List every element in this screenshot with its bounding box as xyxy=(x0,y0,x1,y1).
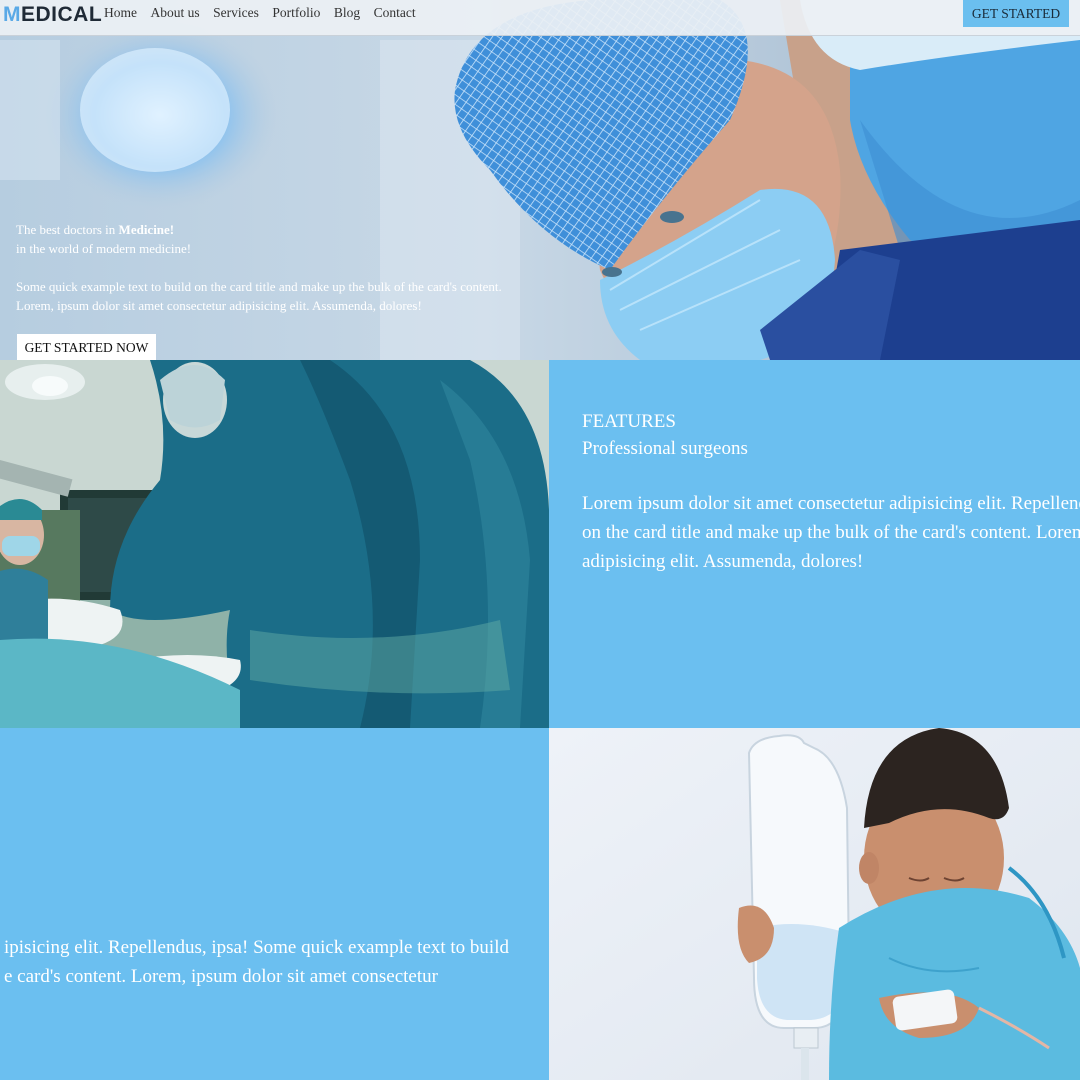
hero-section: The best doctors in Medicine! in the wor… xyxy=(0,0,1080,360)
nav-link-home[interactable]: Home xyxy=(104,5,137,21)
get-started-now-button[interactable]: GET STARTED NOW xyxy=(17,334,156,360)
child-patient-image xyxy=(549,728,1080,1080)
nav-link-blog[interactable]: Blog xyxy=(334,5,360,21)
nav-link-about-us[interactable]: About us xyxy=(151,5,200,21)
features-body-line: Lorem ipsum dolor sit amet consectetur a… xyxy=(582,493,1080,514)
navbar: MEDICAL Home About us Services Portfolio… xyxy=(0,0,1080,36)
logo[interactable]: MEDICAL xyxy=(3,3,102,27)
hero-headline: The best doctors in Medicine! xyxy=(16,222,175,237)
nav-link-portfolio[interactable]: Portfolio xyxy=(272,5,320,21)
features-title: FEATURES xyxy=(582,411,676,432)
features-subtitle: Professional surgeons xyxy=(582,438,748,459)
logo-text: EDICAL xyxy=(21,3,103,26)
get-started-button[interactable]: GET STARTED xyxy=(963,0,1069,27)
nav-link-contact[interactable]: Contact xyxy=(374,5,416,21)
hero-headline-bold: Medicine! xyxy=(118,222,175,237)
hero-subheadline: in the world of modern medicine! xyxy=(16,241,192,256)
features-content: FEATURES Professional surgeons Lorem ips… xyxy=(582,408,1080,576)
hero-text: The best doctors in Medicine! in the wor… xyxy=(16,220,502,315)
second-text-line: e card's content. Lorem, ipsum dolor sit… xyxy=(4,966,438,987)
nav-links: Home About us Services Portfolio Blog Co… xyxy=(104,5,429,21)
hero-body-line: Some quick example text to build on the … xyxy=(16,279,502,294)
features-body-line: on the card title and make up the bulk o… xyxy=(582,522,1080,543)
features-panel: FEATURES Professional surgeons Lorem ips… xyxy=(549,360,1080,728)
hero-body-line: Lorem, ipsum dolor sit amet consectetur … xyxy=(16,298,422,313)
patient-image-panel xyxy=(549,728,1080,1080)
second-text-panel: ipisicing elit. Repellendus, ipsa! Some … xyxy=(0,728,549,1080)
surgery-image-panel xyxy=(0,360,549,728)
second-text-line: ipisicing elit. Repellendus, ipsa! Some … xyxy=(4,937,509,958)
features-body-line: adipisicing elit. Assumenda, dolores! xyxy=(582,551,864,572)
logo-initial: M xyxy=(3,3,21,26)
features-body: Lorem ipsum dolor sit amet consectetur a… xyxy=(582,489,1080,576)
nav-link-services[interactable]: Services xyxy=(213,5,259,21)
surgery-team-image xyxy=(0,360,549,728)
second-text-body: ipisicing elit. Repellendus, ipsa! Some … xyxy=(4,933,509,991)
